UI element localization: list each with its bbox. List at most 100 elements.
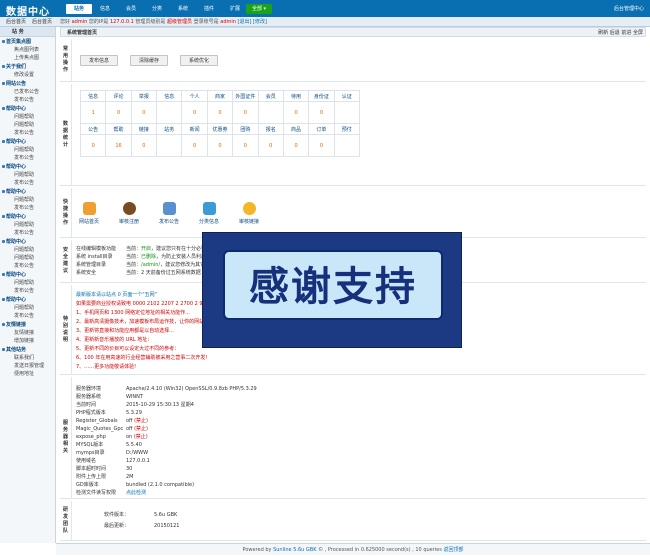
- sidebar-item[interactable]: 发布公告: [0, 96, 55, 104]
- stat-value[interactable]: 0: [257, 134, 284, 157]
- sidebar-group-title[interactable]: 帮助中心: [0, 238, 55, 246]
- sidebar-group-title[interactable]: 帮助中心: [0, 163, 55, 171]
- nav-item-0[interactable]: 站务: [66, 4, 92, 14]
- sidebar-group-title[interactable]: 关于我们: [0, 63, 55, 71]
- quick-review-link[interactable]: 审核链接: [236, 202, 262, 225]
- sidebar-item[interactable]: 问题帮助: [0, 279, 55, 287]
- sidebar-item[interactable]: 发布公告: [0, 312, 55, 320]
- sidebar-group-title[interactable]: 首页集点图: [0, 38, 55, 46]
- sidebar-item[interactable]: 友情链接: [0, 329, 55, 337]
- forward-link[interactable]: 前进: [621, 30, 631, 36]
- sidebar-item[interactable]: 发布公告: [0, 229, 55, 237]
- subbar-home-1[interactable]: 后台首页: [6, 18, 26, 26]
- stat-value[interactable]: [156, 134, 183, 157]
- stat-value[interactable]: 0: [105, 101, 132, 124]
- stat-value[interactable]: [257, 101, 284, 124]
- stat-value[interactable]: [333, 101, 361, 124]
- sidebar-item[interactable]: 问题帮助: [0, 221, 55, 229]
- nav-item-1[interactable]: 信息: [92, 4, 118, 14]
- clear-cache-button[interactable]: 清除缓存: [130, 55, 168, 66]
- sidebar-item[interactable]: 发布公告: [0, 262, 55, 270]
- sidebar-item[interactable]: 联系我们: [0, 354, 55, 362]
- nav-item-4[interactable]: 系统: [170, 4, 196, 14]
- optimize-button[interactable]: 系统优化: [180, 55, 218, 66]
- sidebar-item[interactable]: 问题帮助: [0, 121, 55, 129]
- stat-value[interactable]: [333, 134, 361, 157]
- sidebar-group-title[interactable]: 帮助中心: [0, 188, 55, 196]
- sidebar-item[interactable]: 焦点图列表: [0, 46, 55, 54]
- refresh-link[interactable]: 刷新: [598, 30, 608, 36]
- sub-bar: 后台首页 后台首页 您好 admin 您的IP是 127.0.0.1 管理员级别…: [0, 17, 650, 27]
- quick-home[interactable]: 网站首页: [76, 202, 102, 225]
- sidebar-item[interactable]: 问题帮助: [0, 171, 55, 179]
- stat-value[interactable]: 0: [130, 101, 158, 124]
- sidebar-item[interactable]: 发布公告: [0, 129, 55, 137]
- server-row: PHP程式版本 5.3.29: [76, 410, 142, 416]
- sidebar-item[interactable]: 发布公告: [0, 154, 55, 162]
- quick-review-reg[interactable]: 审核注册: [116, 202, 142, 225]
- sidebar-item[interactable]: 已发布公告: [0, 88, 55, 96]
- stat-value[interactable]: 1: [79, 101, 107, 124]
- stat-value[interactable]: [156, 101, 183, 124]
- page-title: 系统管理首页: [67, 30, 98, 36]
- sidebar-group-title[interactable]: 帮助中心: [0, 296, 55, 304]
- sidebar-group-title[interactable]: 其他站务: [0, 346, 55, 354]
- nav-item-5[interactable]: 插件: [196, 4, 222, 14]
- stat-value[interactable]: 0: [79, 134, 107, 157]
- stat-value[interactable]: 0: [181, 134, 208, 157]
- quick-notice[interactable]: 发布公告: [156, 202, 182, 225]
- sidebar-group-title[interactable]: 友情链接: [0, 321, 55, 329]
- stat-value[interactable]: 0: [206, 101, 234, 124]
- back-link[interactable]: 后退: [610, 30, 620, 36]
- sidebar-item[interactable]: 问题帮助: [0, 146, 55, 154]
- fullscreen-link[interactable]: 全屏: [633, 30, 643, 36]
- stat-value[interactable]: 0: [232, 101, 259, 124]
- stat-value[interactable]: 0: [232, 134, 259, 157]
- note-line: 最新版本请以站点 0 页面一个"五网": [76, 292, 157, 298]
- sidebar-group-title[interactable]: 帮助中心: [0, 105, 55, 113]
- logout-link[interactable]: [退出]: [238, 19, 252, 25]
- sidebar-item[interactable]: 问题帮助: [0, 113, 55, 121]
- sidebar-group-title[interactable]: 网站公告: [0, 80, 55, 88]
- sidebar-item[interactable]: 问题帮助: [0, 246, 55, 254]
- nav-item-3[interactable]: 分类: [144, 4, 170, 14]
- sidebar-item[interactable]: 上传焦点图: [0, 54, 55, 62]
- edit-link[interactable]: [修改]: [253, 19, 267, 25]
- server-row: 脚本超时时间 30: [76, 466, 133, 472]
- stat-value[interactable]: 0: [308, 101, 335, 124]
- subbar-home-2[interactable]: 后台首页: [32, 18, 52, 26]
- stat-value[interactable]: 0: [130, 134, 158, 157]
- stat-value[interactable]: 0: [181, 101, 208, 124]
- stat-value[interactable]: 0: [282, 134, 310, 157]
- sidebar-group-title[interactable]: 帮助中心: [0, 213, 55, 221]
- thanks-banner[interactable]: 感谢支持: [202, 232, 462, 348]
- sidebar-item[interactable]: 修改设置: [0, 71, 55, 79]
- nav-select[interactable]: 全部 ▾: [246, 4, 272, 14]
- quick-category[interactable]: 分类信息: [196, 202, 222, 225]
- sidebar-item[interactable]: 发送日报管理: [0, 362, 55, 370]
- nav-item-6[interactable]: 扩展: [222, 4, 248, 14]
- sidebar-group-title[interactable]: 帮助中心: [0, 271, 55, 279]
- security-row: 系统安全 当前：2 天前备份过五网系统数据: [76, 270, 201, 276]
- sidebar-item[interactable]: 增加链接: [0, 337, 55, 345]
- nav-item-2[interactable]: 会员: [118, 4, 144, 14]
- back-to-top-link[interactable]: 返回顶部: [443, 547, 463, 553]
- sidebar-item[interactable]: 发布公告: [0, 179, 55, 187]
- stat-value[interactable]: 0: [282, 101, 310, 124]
- stat-value[interactable]: 0: [308, 134, 335, 157]
- section-server-label: 服务器相关: [60, 377, 72, 498]
- stat-value[interactable]: 16: [105, 134, 132, 157]
- sidebar-group: 帮助中心 问题帮助 发布公告: [0, 213, 55, 237]
- sidebar-item[interactable]: 问题帮助: [0, 254, 55, 262]
- stat-value[interactable]: 0: [206, 134, 234, 157]
- stat-label: 商品: [282, 123, 310, 135]
- sidebar-group-title[interactable]: 帮助中心: [0, 138, 55, 146]
- sidebar-item[interactable]: 发布公告: [0, 287, 55, 295]
- section-notes-label: 特别说明: [60, 285, 72, 374]
- footer-brand[interactable]: Sunline 5.6u GBK: [273, 547, 316, 553]
- sidebar-item[interactable]: 问题帮助: [0, 196, 55, 204]
- publish-button[interactable]: 发布信息: [80, 55, 118, 66]
- sidebar-item[interactable]: 发布公告: [0, 204, 55, 212]
- sidebar-item[interactable]: 便用地址: [0, 370, 55, 378]
- sidebar-item[interactable]: 问题帮助: [0, 304, 55, 312]
